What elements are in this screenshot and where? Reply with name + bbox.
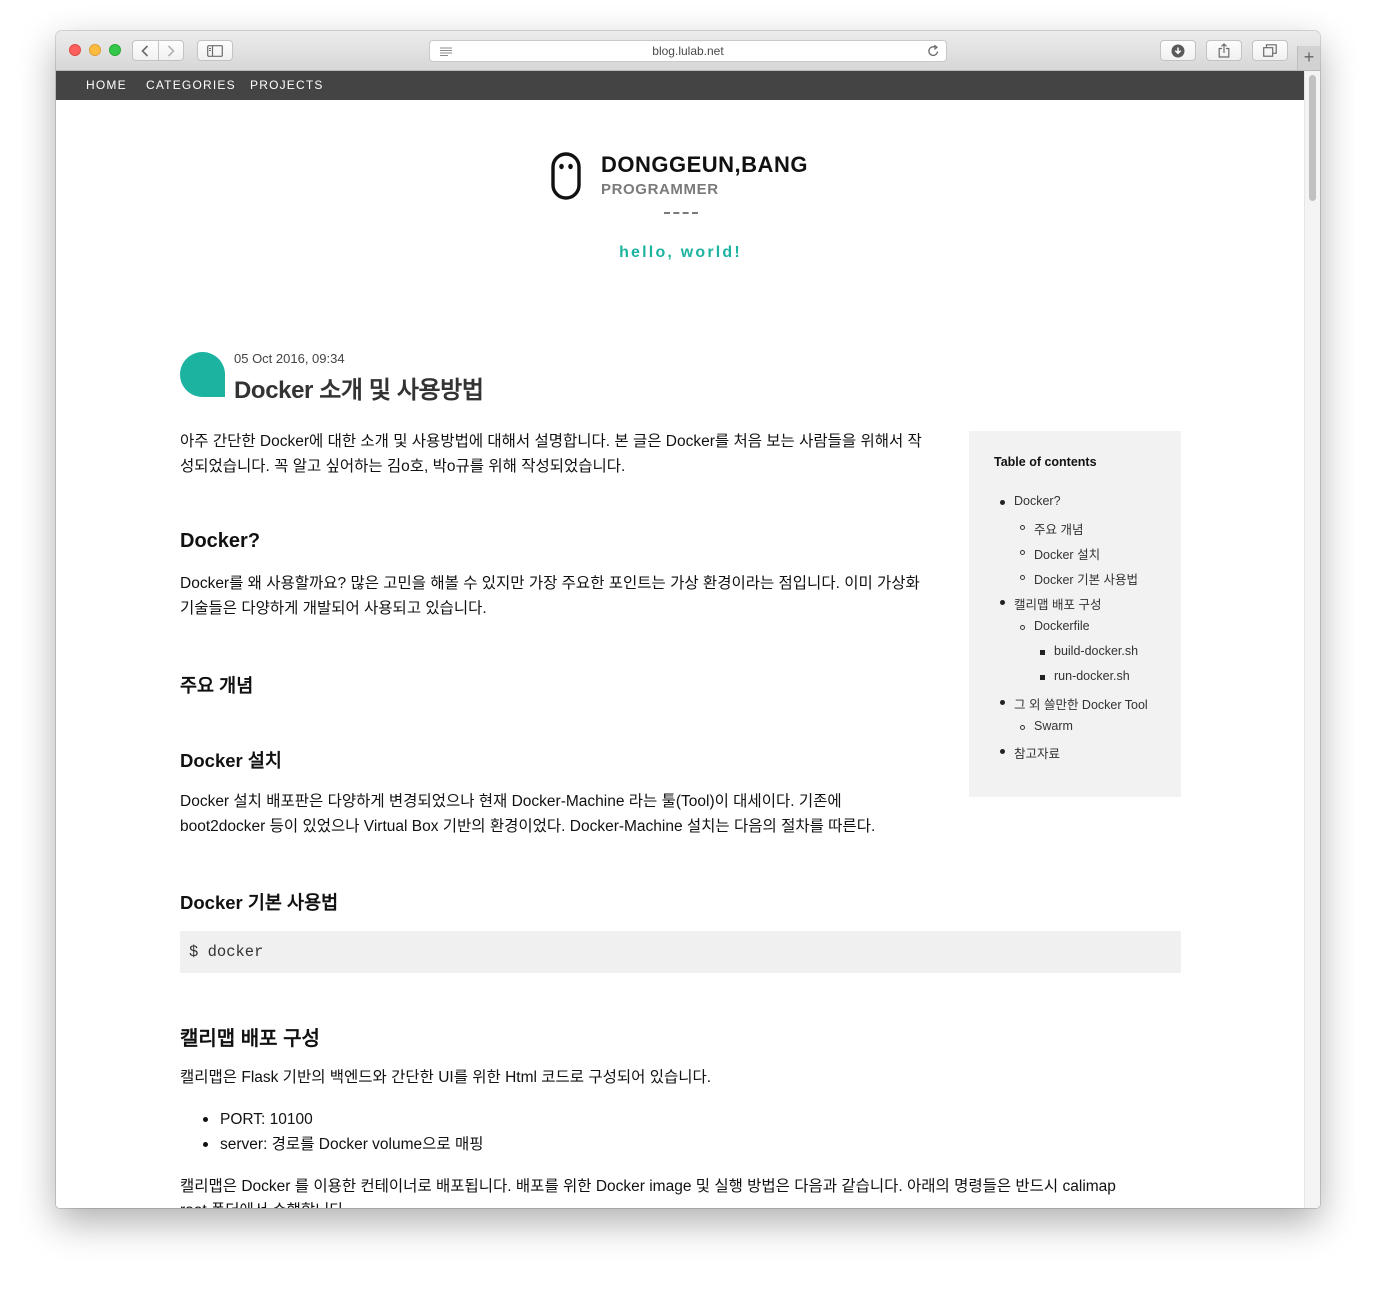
toc-item-run-docker[interactable]: run-docker.sh — [1040, 669, 1130, 683]
zoom-window-button[interactable] — [109, 44, 121, 56]
calimap-deploy-paragraph: 캘리맵은 Docker 를 이용한 컨테이너로 배포됩니다. 배포를 위한 Do… — [180, 1178, 1116, 1195]
site-nav: HOME CATEGORIES PROJECTS — [56, 71, 1320, 100]
list-item: server: 경로를 Docker volume으로 매핑 — [202, 1132, 483, 1157]
download-icon — [1171, 44, 1185, 57]
share-icon — [1218, 43, 1230, 58]
toc-title: Table of contents — [994, 455, 1097, 469]
back-button[interactable] — [133, 41, 158, 60]
back-icon — [141, 44, 149, 57]
toc-item-install[interactable]: Docker 설치 — [1019, 544, 1100, 563]
heading-calimap: 캘리맵 배포 구성 — [180, 1028, 320, 1050]
minimize-window-button[interactable] — [89, 44, 101, 56]
vertical-scrollbar[interactable] — [1304, 71, 1320, 1208]
toc-item-other-tools[interactable]: 그 외 쓸만한 Docker Tool — [1000, 694, 1148, 713]
show-tabs-button[interactable] — [1252, 40, 1288, 61]
ghost-logo-icon[interactable] — [551, 152, 581, 200]
code-block[interactable]: $ docker — [180, 931, 1181, 973]
downloads-button[interactable] — [1160, 40, 1196, 61]
calimap-deploy-paragraph-cont: root 폴더에서 수행합니다. — [180, 1198, 348, 1208]
post-date: 05 Oct 2016, 09:34 — [234, 351, 345, 366]
reload-icon[interactable] — [927, 41, 940, 67]
toc-item-references[interactable]: 참고자료 — [999, 743, 1060, 762]
site-name[interactable]: DONGGEUN,BANG — [601, 152, 808, 178]
docker-paragraph-line-1: Docker를 왜 사용할까요? 많은 고민을 해볼 수 있지만 가장 주요한 … — [180, 575, 920, 592]
install-paragraph: Docker 설치 배포판은 다양하게 변경되었으나 현재 Docker-Mac… — [180, 789, 875, 839]
url-text: blog.lulab.net — [652, 44, 724, 58]
page-viewport: HOME CATEGORIES PROJECTS DONGGEUN,BANG P… — [56, 71, 1320, 1208]
tabs-icon — [1263, 44, 1277, 57]
post-intro-line-2: 성되었습니다. 꼭 알고 싶어하는 김o호, 박o규를 위해 작성되었습니다. — [180, 458, 626, 475]
toc-item-calimap[interactable]: 캘리맵 배포 구성 — [999, 594, 1101, 613]
sidebar-icon — [207, 44, 223, 57]
new-tab-icon[interactable]: + — [1297, 46, 1320, 70]
toc-item-concepts[interactable]: 주요 개념 — [1019, 519, 1083, 538]
nav-projects-link[interactable]: PROJECTS — [250, 71, 324, 100]
install-paragraph-line-1: Docker 설치 배포판은 다양하게 변경되었으나 현재 Docker-Mac… — [180, 793, 842, 810]
calimap-bullet-list: PORT: 10100 server: 경로를 Docker volume으로 … — [202, 1107, 483, 1157]
post-title[interactable]: Docker 소개 및 사용방법 — [234, 370, 484, 405]
sidebar-toggle-button[interactable] — [197, 40, 233, 61]
nav-home-link[interactable]: HOME — [86, 71, 127, 100]
reader-icon[interactable] — [439, 41, 453, 67]
table-of-contents: Table of contents Docker? 주요 개념 Docker 설… — [969, 431, 1181, 797]
header-divider — [664, 212, 698, 216]
post-intro-line-1: 아주 간단한 Docker에 대한 소개 및 사용방법에 대해서 설명합니다. … — [180, 433, 922, 450]
browser-window: blog.lulab.net + HOME CATEGORIES PROJECT… — [56, 31, 1320, 1208]
toc-item-dockerfile[interactable]: Dockerfile — [1020, 619, 1090, 633]
install-paragraph-line-2: boot2docker 등이 있었으나 Virtual Box 기반의 환경이었… — [180, 818, 876, 835]
scroll-thumb[interactable] — [1309, 75, 1316, 201]
heading-install: Docker 설치 — [180, 750, 282, 771]
post-avatar — [180, 352, 225, 397]
nav-categories-link[interactable]: CATEGORIES — [146, 71, 236, 100]
list-item: PORT: 10100 — [202, 1107, 483, 1132]
close-window-button[interactable] — [69, 44, 81, 56]
forward-button[interactable] — [157, 41, 184, 60]
heading-usage: Docker 기본 사용법 — [180, 892, 339, 913]
share-button[interactable] — [1206, 40, 1242, 61]
browser-toolbar: blog.lulab.net + — [56, 31, 1320, 71]
forward-icon — [167, 44, 175, 57]
address-bar[interactable]: blog.lulab.net — [429, 40, 947, 62]
site-role: PROGRAMMER — [601, 181, 719, 198]
toc-item-build-docker[interactable]: build-docker.sh — [1039, 644, 1138, 658]
toc-item-swarm[interactable]: Swarm — [1020, 719, 1073, 733]
toc-item-usage[interactable]: Docker 기본 사용법 — [1019, 569, 1138, 588]
toc-item-docker[interactable]: Docker? — [1000, 494, 1061, 508]
site-motto: hello, world! — [619, 244, 742, 261]
heading-docker: Docker? — [180, 530, 261, 552]
docker-paragraph-line-2: 기술들은 다양하게 개발되어 사용되고 있습니다. — [180, 600, 487, 617]
post-intro: 아주 간단한 Docker에 대한 소개 및 사용방법에 대해서 설명합니다. … — [180, 429, 922, 479]
heading-concepts: 주요 개념 — [180, 675, 254, 696]
docker-paragraph: Docker를 왜 사용할까요? 많은 고민을 해볼 수 있지만 가장 주요한 … — [180, 571, 920, 621]
history-nav — [132, 40, 184, 61]
calimap-paragraph: 캘리맵은 Flask 기반의 백엔드와 간단한 UI를 위한 Html 코드로 … — [180, 1069, 712, 1086]
